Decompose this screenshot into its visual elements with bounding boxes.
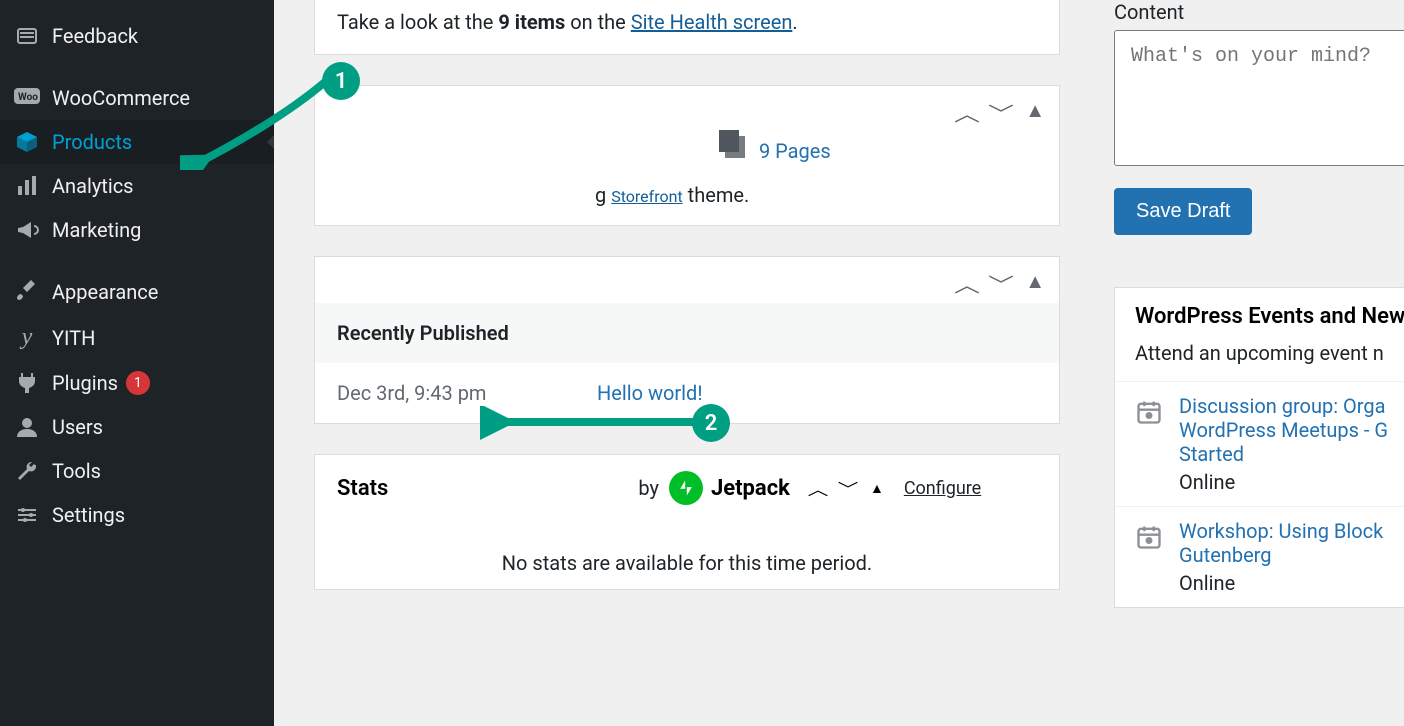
woo-icon: Woo	[12, 88, 42, 108]
save-draft-button[interactable]: Save Draft	[1114, 188, 1252, 235]
annotation-marker-1: 1	[322, 62, 360, 100]
move-up-icon[interactable]: ︿	[954, 269, 980, 298]
calendar-icon	[1135, 523, 1163, 549]
site-health-panel: Take a look at the 9 items on the Site H…	[314, 0, 1060, 55]
jetpack-icon	[669, 471, 703, 505]
sidebar-item-marketing[interactable]: Marketing	[0, 208, 274, 252]
wrench-icon	[12, 459, 42, 483]
sidebar-item-plugins[interactable]: Plugins 1	[0, 361, 274, 405]
events-subtitle: Attend an upcoming event n	[1115, 341, 1404, 381]
sidebar-label: Settings	[52, 503, 125, 527]
sidebar-item-yith[interactable]: y YITH	[0, 314, 274, 361]
jetpack-brand: by Jetpack	[638, 471, 790, 505]
sidebar-label: Products	[52, 130, 132, 154]
sidebar-item-analytics[interactable]: Analytics	[0, 164, 274, 208]
svg-text:Woo: Woo	[18, 92, 38, 103]
stats-panel: Stats by Jetpack ︿ ﹀ ▲ Configure No stat…	[314, 454, 1060, 590]
settings-icon	[12, 503, 42, 527]
feedback-icon	[12, 24, 42, 48]
sidebar-label: Feedback	[52, 24, 138, 48]
users-icon	[12, 415, 42, 439]
megaphone-icon	[12, 218, 42, 242]
stats-empty: No stats are available for this time per…	[315, 521, 1059, 589]
main-content: Take a look at the 9 items on the Site H…	[274, 0, 1404, 726]
admin-sidebar: Feedback Woo WooCommerce Products Analyt…	[0, 0, 274, 726]
sidebar-label: WooCommerce	[52, 86, 190, 110]
quick-draft-content[interactable]	[1114, 30, 1404, 166]
theme-text-post: theme.	[683, 183, 750, 207]
events-panel: WordPress Events and New Attend an upcom…	[1114, 287, 1404, 608]
sidebar-item-woocommerce[interactable]: Woo WooCommerce	[0, 76, 274, 120]
configure-link[interactable]: Configure	[904, 478, 981, 499]
toggle-panel-icon[interactable]: ▲	[1025, 269, 1045, 298]
calendar-icon	[1135, 398, 1163, 424]
event-location: Online	[1179, 470, 1388, 494]
pages-icon	[725, 136, 745, 158]
sidebar-item-appearance[interactable]: Appearance	[0, 270, 274, 314]
sidebar-label: Users	[52, 415, 103, 439]
move-down-icon[interactable]: ﹀	[988, 269, 1014, 298]
panel-controls: ︿ ﹀ ▲	[957, 269, 1045, 298]
plugin-update-badge: 1	[126, 371, 150, 395]
sidebar-item-tools[interactable]: Tools	[0, 449, 274, 493]
event-link[interactable]: Workshop: Using Block Gutenberg	[1179, 519, 1383, 567]
move-up-icon[interactable]: ︿	[808, 476, 829, 500]
sidebar-item-feedback[interactable]: Feedback	[0, 14, 274, 58]
sidebar-label: YITH	[52, 326, 95, 350]
event-row: Workshop: Using Block Gutenberg Online	[1115, 506, 1404, 607]
stats-title: Stats	[337, 476, 388, 501]
sidebar-item-settings[interactable]: Settings	[0, 493, 274, 537]
plugin-icon	[12, 371, 42, 395]
site-health-link[interactable]: Site Health screen	[631, 10, 793, 34]
site-health-text-mid: on the	[565, 10, 631, 34]
sidebar-item-users[interactable]: Users	[0, 405, 274, 449]
pages-count-link[interactable]: 9 Pages	[759, 139, 831, 163]
panel-controls: ︿ ﹀ ▲	[957, 98, 1045, 127]
toggle-panel-icon[interactable]: ▲	[870, 480, 884, 497]
event-link[interactable]: Discussion group: Orga WordPress Meetups…	[1179, 394, 1388, 466]
sidebar-item-products[interactable]: Products	[0, 120, 274, 164]
yith-icon: y	[12, 324, 42, 351]
event-row: Discussion group: Orga WordPress Meetups…	[1115, 381, 1404, 506]
toggle-panel-icon[interactable]: ▲	[1025, 98, 1045, 127]
brush-icon	[12, 280, 42, 304]
content-label: Content	[1114, 0, 1404, 24]
site-health-text-post: .	[792, 10, 797, 34]
move-down-icon[interactable]: ﹀	[988, 98, 1014, 127]
glance-panel: ︿ ﹀ ▲ 9 Pages g Storefront theme.	[314, 85, 1060, 226]
annotation-marker-2: 2	[692, 404, 730, 442]
sidebar-label: Tools	[52, 459, 101, 483]
event-location: Online	[1179, 571, 1383, 595]
theme-text-pre: g	[595, 183, 611, 207]
jetpack-label: Jetpack	[711, 476, 790, 501]
sidebar-label: Analytics	[52, 174, 134, 198]
analytics-icon	[12, 174, 42, 198]
activity-panel: ︿ ﹀ ▲ Recently Published Dec 3rd, 9:43 p…	[314, 256, 1060, 424]
sidebar-label: Marketing	[52, 218, 141, 242]
site-health-count: 9 items	[498, 10, 565, 34]
theme-link[interactable]: Storefront	[611, 187, 682, 206]
products-icon	[12, 130, 42, 154]
sidebar-label: Plugins	[52, 371, 118, 395]
sidebar-label: Appearance	[52, 280, 158, 304]
events-title: WordPress Events and New	[1115, 288, 1404, 341]
site-health-text-pre: Take a look at the	[337, 10, 498, 34]
recently-published-title: Recently Published	[315, 303, 1059, 363]
move-up-icon[interactable]: ︿	[954, 98, 980, 127]
move-down-icon[interactable]: ﹀	[838, 476, 859, 500]
recent-post-date: Dec 3rd, 9:43 pm	[337, 381, 597, 405]
recent-post-link[interactable]: Hello world!	[597, 381, 702, 405]
